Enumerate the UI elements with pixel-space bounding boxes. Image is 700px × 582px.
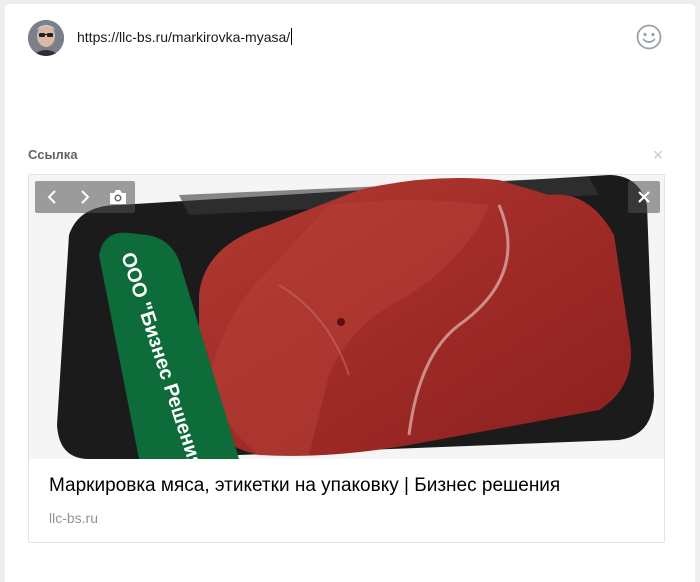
- link-title[interactable]: Маркировка мяса, этикетки на упаковку | …: [49, 475, 560, 497]
- link-preview-image[interactable]: ООО "Бизнес Решения": [29, 175, 664, 459]
- attachment-section-label: Ссылка: [28, 147, 78, 162]
- chevron-right-icon[interactable]: [68, 181, 101, 213]
- close-icon[interactable]: [628, 181, 660, 213]
- chevron-left-icon[interactable]: [35, 181, 68, 213]
- avatar-photo: [28, 20, 64, 56]
- smile-icon[interactable]: [635, 23, 663, 51]
- text-caret: [291, 28, 293, 45]
- remove-attachment-close-icon[interactable]: ×: [650, 146, 666, 164]
- link-preview-card[interactable]: ООО "Бизнес Решения" Маркировка мяса, эт…: [28, 174, 665, 543]
- post-text-input[interactable]: https://llc-bs.ru/markirovka-myasa/: [77, 28, 293, 45]
- link-domain: llc-bs.ru: [49, 510, 99, 526]
- meat-package-photo: ООО "Бизнес Решения": [29, 175, 664, 459]
- camera-icon[interactable]: [101, 181, 134, 213]
- post-text-value: https://llc-bs.ru/markirovka-myasa/: [77, 29, 291, 45]
- post-composer: https://llc-bs.ru/markirovka-myasa/ Ссыл…: [5, 4, 695, 582]
- user-avatar[interactable]: [28, 20, 64, 56]
- image-navigation: [35, 181, 135, 213]
